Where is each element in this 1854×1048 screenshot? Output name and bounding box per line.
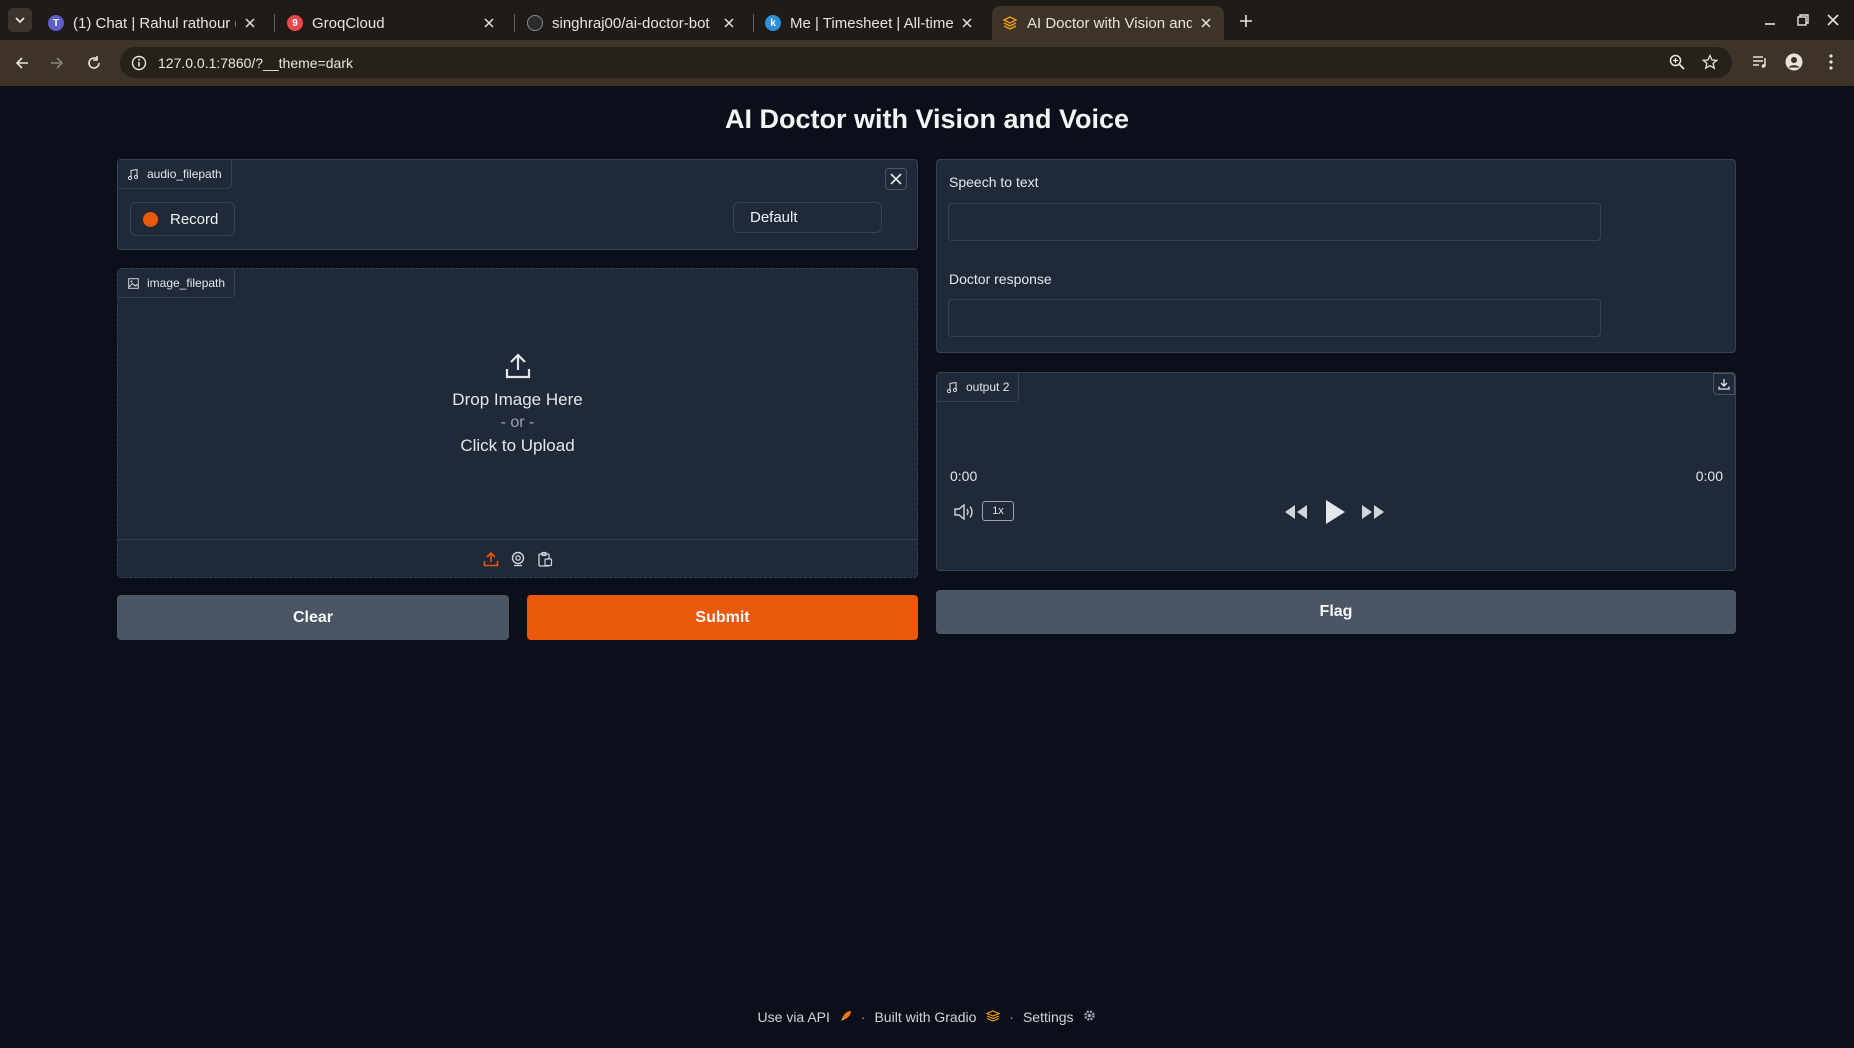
record-button[interactable]: Record <box>130 202 235 236</box>
browser-tab-groqcloud[interactable]: 9 GroqCloud <box>277 6 507 40</box>
image-input-label: image_filepath <box>118 269 236 298</box>
minimize-icon <box>1764 14 1776 26</box>
back-button[interactable] <box>10 51 34 75</box>
reload-button[interactable] <box>82 51 106 75</box>
play-button[interactable] <box>1321 497 1349 527</box>
rewind-button[interactable] <box>1282 497 1310 527</box>
rocket-icon <box>840 1010 852 1022</box>
minimize-window-button[interactable] <box>1760 10 1780 30</box>
arrow-right-icon <box>50 56 64 70</box>
tab-separator <box>753 14 754 32</box>
click-to-upload-text: Click to Upload <box>460 436 575 455</box>
kebab-menu-icon[interactable] <box>1820 51 1842 73</box>
close-icon <box>890 173 902 185</box>
current-time: 0:00 <box>950 468 978 484</box>
bookmark-star-icon[interactable] <box>1699 51 1721 73</box>
reload-icon <box>87 56 101 70</box>
chevron-down-icon <box>14 14 26 26</box>
plus-icon <box>1239 14 1253 28</box>
profile-icon[interactable] <box>1783 51 1805 73</box>
arrow-left-icon <box>15 56 29 70</box>
restore-icon <box>1797 14 1809 26</box>
close-icon <box>1827 14 1839 26</box>
music-note-icon <box>946 381 958 393</box>
record-dot-icon <box>143 211 158 227</box>
gear-icon <box>1083 1009 1096 1022</box>
restore-window-button[interactable] <box>1793 10 1813 30</box>
browser-tab-ai-doctor[interactable]: AI Doctor with Vision and <box>992 6 1224 40</box>
close-tab-icon[interactable] <box>959 15 975 31</box>
use-via-api-link[interactable]: Use via API <box>758 1009 852 1025</box>
audio-input-label: audio_filepath <box>118 160 232 189</box>
duration-time: 0:00 <box>1695 468 1723 484</box>
webcam-icon[interactable] <box>509 550 527 568</box>
image-icon <box>127 277 139 289</box>
doctor-response-output[interactable] <box>948 299 1601 337</box>
tab-separator <box>274 14 275 32</box>
address-url[interactable]: 127.0.0.1:7860/?__theme=dark <box>158 55 353 71</box>
fast-forward-button[interactable] <box>1359 497 1387 527</box>
audio-output-label: output 2 <box>937 373 1020 402</box>
upload-source-icon[interactable] <box>482 550 500 568</box>
browser-tab-bar: T (1) Chat | Rahul rathour ( 9 GroqCloud… <box>0 0 1854 40</box>
speech-to-text-output[interactable] <box>948 203 1601 241</box>
settings-link[interactable]: Settings <box>1023 1009 1096 1025</box>
gradio-icon <box>1002 15 1018 31</box>
image-drop-zone[interactable]: Drop Image Here - or - Click to Upload <box>118 299 917 491</box>
teams-icon: T <box>48 15 64 31</box>
volume-icon <box>953 503 975 521</box>
browser-tab-github[interactable]: singhraj00/ai-doctor-bot <box>517 6 747 40</box>
microphone-device-select[interactable]: Default <box>733 202 882 233</box>
volume-button[interactable] <box>953 501 975 523</box>
download-audio-button[interactable] <box>1713 373 1735 395</box>
play-icon <box>1323 498 1347 526</box>
browser-tab-chat[interactable]: T (1) Chat | Rahul rathour ( <box>38 6 268 40</box>
new-tab-button[interactable] <box>1234 9 1258 33</box>
fast-forward-icon <box>1360 503 1386 521</box>
or-text: - or - <box>500 414 535 431</box>
site-info-icon[interactable] <box>130 54 148 72</box>
close-tab-icon[interactable] <box>242 15 258 31</box>
playback-speed-button[interactable]: 1x <box>982 501 1014 521</box>
browser-tab-timesheet[interactable]: k Me | Timesheet | All-time <box>755 6 985 40</box>
text-outputs-block: Speech to text Doctor response <box>936 159 1736 353</box>
doctor-response-label: Doctor response <box>949 271 1052 287</box>
submit-button[interactable]: Submit <box>527 595 918 640</box>
upload-icon <box>504 352 532 380</box>
zoom-icon[interactable] <box>1666 51 1688 73</box>
tab-search-button[interactable] <box>8 8 32 32</box>
close-window-button[interactable] <box>1823 10 1843 30</box>
music-note-icon <box>127 168 139 180</box>
page-title: AI Doctor with Vision and Voice <box>724 104 1130 134</box>
close-tab-icon[interactable] <box>721 15 737 31</box>
image-source-bar <box>118 539 917 577</box>
timesheet-icon: k <box>765 15 781 31</box>
clipboard-icon[interactable] <box>536 550 554 568</box>
close-tab-icon[interactable] <box>1198 15 1214 31</box>
speech-to-text-label: Speech to text <box>949 174 1039 190</box>
audio-output-block: output 2 0:00 0:00 1x <box>936 372 1736 571</box>
address-bar[interactable]: 127.0.0.1:7860/?__theme=dark <box>120 47 1732 78</box>
clear-button[interactable]: Clear <box>117 595 509 640</box>
audio-input-block: audio_filepath Record Default <box>117 159 918 250</box>
image-input-block: image_filepath Drop Image Here - or - Cl… <box>117 268 918 578</box>
gradio-logo-icon <box>986 1010 1001 1022</box>
groq-icon: 9 <box>287 15 303 31</box>
rewind-icon <box>1283 503 1309 521</box>
drop-image-text: Drop Image Here <box>452 390 583 409</box>
built-with-gradio-link[interactable]: Built with Gradio <box>874 1009 1001 1025</box>
media-control-icon[interactable] <box>1749 51 1771 73</box>
clear-audio-button[interactable] <box>885 168 907 190</box>
github-icon <box>527 15 543 31</box>
tab-separator <box>514 14 515 32</box>
download-icon <box>1718 378 1730 390</box>
flag-button[interactable]: Flag <box>936 590 1736 634</box>
close-tab-icon[interactable] <box>481 15 497 31</box>
footer: Use via API · Built with Gradio · Settin… <box>0 1009 1854 1025</box>
forward-button[interactable] <box>45 51 69 75</box>
